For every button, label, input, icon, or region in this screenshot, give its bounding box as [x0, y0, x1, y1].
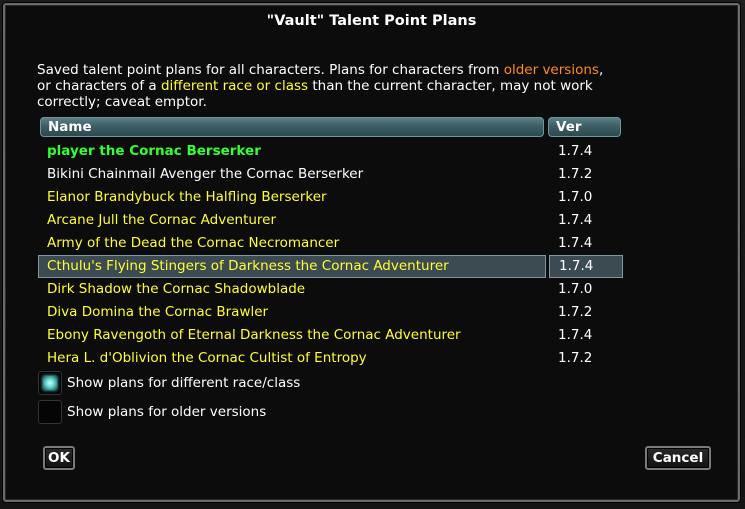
plan-row[interactable]: Diva Domina the Cornac Brawler 1.7.2	[38, 301, 623, 324]
plan-name: player the Cornac Berserker	[47, 143, 261, 159]
cancel-button[interactable]: Cancel	[645, 446, 711, 470]
list-header: Name Ver	[38, 117, 623, 137]
description-text-4: than the current character, may not work	[308, 78, 593, 94]
plan-version: 1.7.4	[558, 235, 593, 251]
description-text-5: correctly; caveat emptor.	[37, 94, 207, 110]
plan-version: 1.7.0	[558, 281, 593, 297]
ok-button[interactable]: OK	[43, 446, 75, 470]
different-race-class-highlight: different race or class	[160, 78, 309, 94]
plan-row[interactable]: Army of the Dead the Cornac Necromancer 1…	[38, 232, 623, 255]
older-versions-label: Show plans for older versions	[67, 404, 267, 420]
plan-name: Elanor Brandybuck the Halfling Berserker	[47, 189, 327, 205]
plan-version: 1.7.2	[558, 304, 593, 320]
plan-row[interactable]: Bikini Chainmail Avenger the Cornac Bers…	[38, 163, 623, 186]
plan-row[interactable]: Dirk Shadow the Cornac Shadowblade 1.7.0	[38, 278, 623, 301]
plan-version: 1.7.4	[558, 327, 593, 343]
description-text-2: ,	[598, 62, 604, 78]
different-race-class-label: Show plans for different race/class	[67, 375, 301, 391]
plan-version: 1.7.2	[558, 166, 593, 182]
plan-name: Bikini Chainmail Avenger the Cornac Bers…	[47, 166, 364, 182]
dialog-description: Saved talent point plans for all charact…	[37, 62, 677, 110]
column-header-ver[interactable]: Ver	[548, 117, 621, 137]
plan-version: 1.7.0	[558, 189, 593, 205]
plan-version: 1.7.4	[549, 255, 623, 278]
column-header-name[interactable]: Name	[40, 117, 544, 137]
plan-name: Army of the Dead the Cornac Necromancer	[47, 235, 340, 251]
plan-name: Hera L. d'Oblivion the Cornac Cultist of…	[47, 350, 367, 366]
dialog-title: "Vault" Talent Point Plans	[266, 13, 477, 29]
description-text-3: or characters of a	[37, 78, 161, 94]
plan-row[interactable]: player the Cornac Berserker 1.7.4	[38, 140, 623, 163]
plan-row[interactable]: Arcane Jull the Cornac Adventurer 1.7.4	[38, 209, 623, 232]
plan-row[interactable]: Hera L. d'Oblivion the Cornac Cultist of…	[38, 347, 623, 370]
plan-name: Diva Domina the Cornac Brawler	[47, 304, 269, 320]
plan-version: 1.7.2	[558, 350, 593, 366]
plans-list[interactable]: Name Ver player the Cornac Berserker 1.7.…	[38, 117, 623, 370]
plan-row[interactable]: Cthulu's Flying Stingers of Darkness the…	[38, 255, 623, 278]
description-text-1: Saved talent point plans for all charact…	[37, 62, 504, 78]
plan-name: Arcane Jull the Cornac Adventurer	[47, 212, 277, 228]
talent-plans-dialog: "Vault" Talent Point Plans Saved talent …	[3, 3, 740, 502]
plan-name: Ebony Ravengoth of Eternal Darkness the …	[47, 327, 461, 343]
list-rows: player the Cornac Berserker 1.7.4 Bikini C…	[38, 140, 623, 370]
plan-version: 1.7.4	[558, 212, 593, 228]
plan-name: Cthulu's Flying Stingers of Darkness the…	[38, 255, 546, 278]
plan-row[interactable]: Elanor Brandybuck the Halfling Berserker…	[38, 186, 623, 209]
older-versions-checkbox[interactable]	[38, 400, 62, 424]
plan-row[interactable]: Ebony Ravengoth of Eternal Darkness the …	[38, 324, 623, 347]
older-versions-highlight: older versions	[503, 62, 599, 78]
plan-name: Dirk Shadow the Cornac Shadowblade	[47, 281, 306, 297]
plan-version: 1.7.4	[558, 143, 593, 159]
different-race-class-checkbox[interactable]	[38, 371, 62, 395]
